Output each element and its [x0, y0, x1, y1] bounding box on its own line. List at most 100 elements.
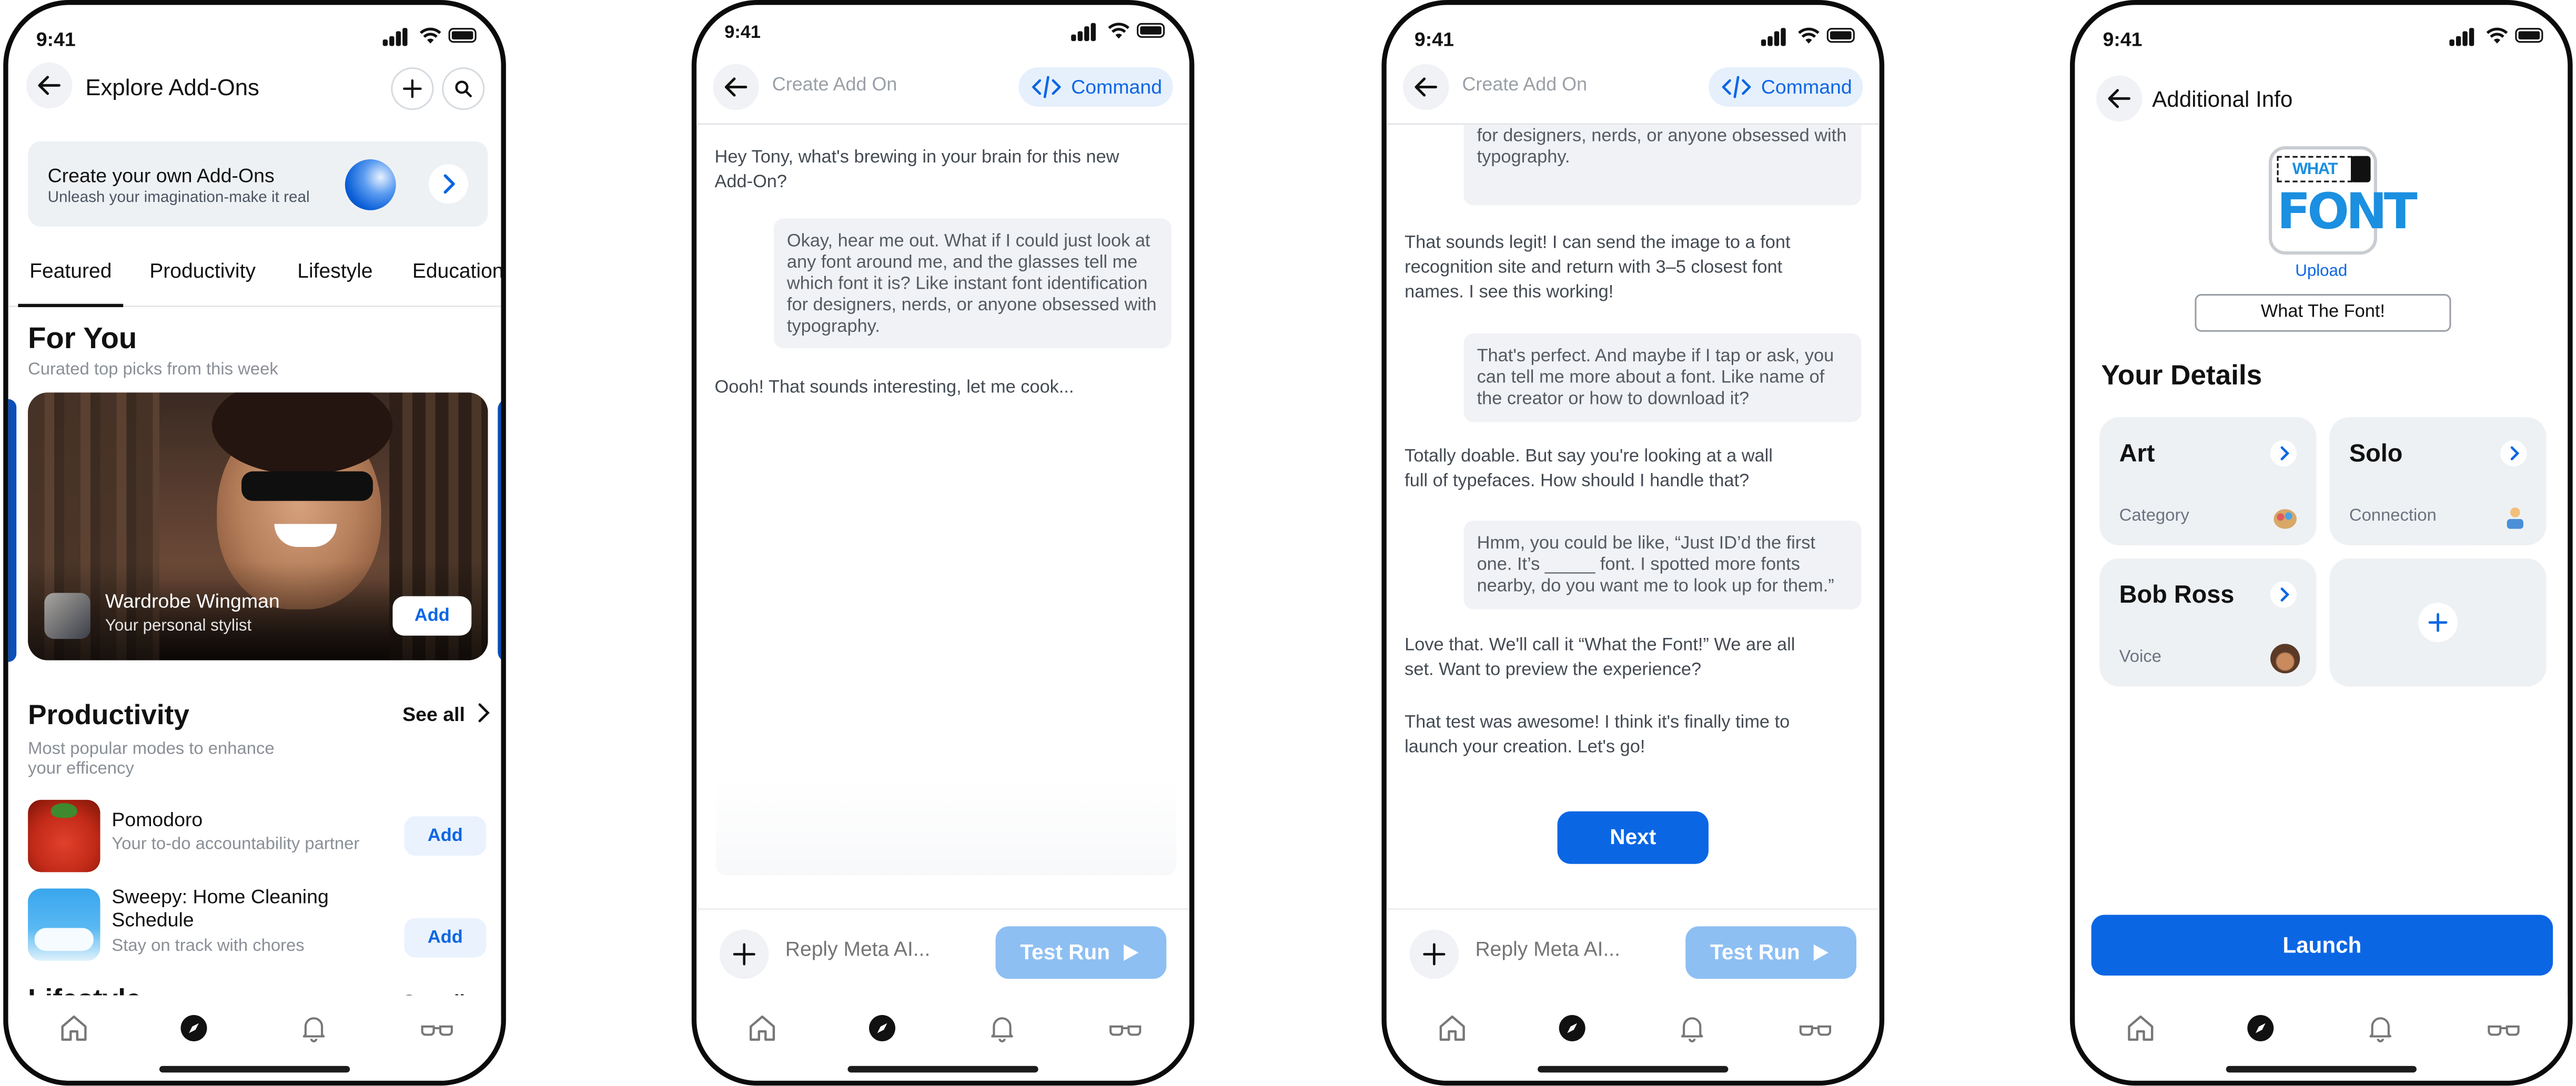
- detail-card-voice[interactable]: Bob Ross Voice: [2099, 558, 2317, 687]
- back-button[interactable]: [26, 62, 73, 109]
- phone-explore-addons: 9:41 Explore Add-Ons Create your own Add…: [3, 0, 506, 1086]
- explore-icon[interactable]: [866, 1012, 898, 1044]
- test-run-button[interactable]: Test Run: [1685, 926, 1856, 979]
- code-icon: [1722, 76, 1751, 98]
- chat-message-ai: Oooh! That sounds interesting, let me co…: [714, 378, 1074, 398]
- see-all-link[interactable]: See all: [402, 703, 492, 726]
- back-button[interactable]: [2096, 75, 2143, 122]
- tab-featured[interactable]: Featured: [18, 259, 124, 308]
- detail-card-connection[interactable]: Solo Connection: [2329, 417, 2547, 545]
- addon-logo[interactable]: WHAT FONT: [2268, 146, 2418, 255]
- composer: Test Run: [696, 908, 1190, 996]
- add-detail-button[interactable]: [2418, 603, 2458, 643]
- chat-scroll-area[interactable]: at any font around me, and the glasses t…: [1387, 123, 1880, 918]
- create-addon-banner[interactable]: Create your own Add-Ons Unleash your ima…: [28, 141, 488, 227]
- chat-message-user-partial: at any font around me, and the glasses t…: [1463, 123, 1862, 206]
- wifi-icon: [419, 27, 441, 44]
- reply-input[interactable]: [782, 936, 986, 963]
- chat-header: Create Add On Command: [1386, 57, 1880, 125]
- explore-icon[interactable]: [2244, 1012, 2277, 1044]
- sunglasses-icon: [241, 471, 373, 501]
- arrow-left-icon: [724, 77, 747, 97]
- bell-icon[interactable]: [986, 1012, 1018, 1044]
- arrow-left-icon: [38, 76, 60, 95]
- add-detail-card[interactable]: [2329, 558, 2547, 687]
- glasses-icon[interactable]: [1107, 1012, 1144, 1044]
- logo-what-text: WHAT: [2277, 156, 2353, 182]
- tab-education[interactable]: Education: [412, 259, 501, 282]
- wifi-icon: [1108, 23, 1130, 39]
- section-title-your-details: Your Details: [2101, 359, 2262, 391]
- logo-font-text: FONT: [2277, 184, 2417, 242]
- header-title: Create Add On: [1462, 75, 1588, 96]
- pomodoro-tomato-icon: [28, 799, 100, 872]
- command-button[interactable]: Command: [1708, 67, 1863, 107]
- detail-card-category[interactable]: Art Category: [2099, 417, 2317, 545]
- bell-icon[interactable]: [1675, 1012, 1708, 1044]
- launch-button[interactable]: Launch: [2091, 915, 2553, 976]
- status-icons: [2449, 26, 2544, 46]
- tab-productivity[interactable]: Productivity: [149, 259, 256, 282]
- test-run-button[interactable]: Test Run: [995, 926, 1167, 979]
- banner-chevron-button[interactable]: [429, 164, 469, 204]
- home-indicator: [2226, 1065, 2417, 1073]
- glasses-icon[interactable]: [1797, 1012, 1834, 1044]
- battery-icon: [448, 28, 477, 43]
- chat-message-ai: Totally doable. But say you're looking a…: [1405, 446, 1773, 491]
- carousel-prev-peek: [8, 399, 17, 662]
- phone-create-addon-chat-continued: 9:41 at any font around me, and the glas…: [1381, 0, 1885, 1086]
- chat-message-ai: Hey Tony, what's brewing in your brain f…: [714, 148, 1119, 192]
- add-button[interactable]: [391, 67, 434, 110]
- hero-add-button[interactable]: Add: [392, 596, 472, 636]
- chat-message-user: That's perfect. And maybe if I tap or as…: [1463, 333, 1862, 422]
- command-button[interactable]: Command: [1018, 67, 1173, 107]
- palette-icon: [2274, 509, 2297, 529]
- upload-link[interactable]: Upload: [2075, 263, 2568, 281]
- back-button[interactable]: [1403, 64, 1449, 110]
- phone-create-addon-chat: 9:41 Create Add On Command Hey Tony, wha…: [691, 0, 1195, 1086]
- home-icon[interactable]: [746, 1012, 779, 1044]
- bottom-nav: [8, 995, 501, 1081]
- addon-name-field[interactable]: What The Font!: [2195, 294, 2451, 332]
- next-button[interactable]: Next: [1557, 811, 1709, 864]
- sweepy-add-button[interactable]: Add: [404, 918, 487, 958]
- meta-ai-orb-icon: [345, 159, 396, 210]
- chevron-right-icon: [443, 174, 455, 194]
- battery-icon: [1137, 23, 1165, 38]
- explore-icon[interactable]: [1555, 1012, 1588, 1044]
- home-indicator: [1538, 1065, 1729, 1073]
- bell-icon[interactable]: [2364, 1012, 2397, 1044]
- banner-subtitle: Unleash your imagination-make it real: [47, 189, 310, 207]
- play-icon: [1813, 944, 1829, 961]
- category-tabs: Featured Productivity Lifestyle Educatio…: [8, 259, 501, 308]
- hero-addon-desc: Your personal stylist: [105, 617, 252, 636]
- status-time: 9:41: [1414, 28, 1454, 51]
- glasses-icon[interactable]: [2486, 1012, 2522, 1044]
- status-time: 9:41: [724, 23, 761, 43]
- canvas: 9:41 Explore Add-Ons Create your own Add…: [0, 0, 2576, 1086]
- pomodoro-desc: Your to-do accountability partner: [112, 834, 360, 854]
- reply-input[interactable]: [1472, 936, 1676, 963]
- bell-icon[interactable]: [297, 1012, 330, 1044]
- search-button[interactable]: [442, 67, 485, 110]
- sweepy-desc: Stay on track with chores: [112, 936, 305, 956]
- home-icon[interactable]: [1436, 1012, 1469, 1044]
- status-icons: [1761, 26, 1856, 46]
- back-button[interactable]: [713, 64, 759, 110]
- tab-lifestyle[interactable]: Lifestyle: [297, 259, 372, 282]
- sweepy-cloud-icon: [28, 888, 100, 961]
- home-icon[interactable]: [2124, 1012, 2157, 1044]
- glasses-icon[interactable]: [419, 1012, 455, 1044]
- plus-icon: [403, 79, 422, 98]
- hero-card-wardrobe-wingman[interactable]: Wardrobe Wingman Your personal stylist A…: [28, 392, 488, 661]
- chevron-right-icon: [479, 703, 491, 723]
- attach-button[interactable]: [719, 929, 769, 979]
- status-icons: [382, 26, 478, 46]
- home-indicator: [847, 1065, 1038, 1073]
- chevron-right-icon: [2270, 581, 2297, 608]
- section-subtitle-productivity: Most popular modes to enhance your effic…: [28, 739, 275, 779]
- home-icon[interactable]: [57, 1012, 90, 1044]
- explore-icon[interactable]: [177, 1012, 210, 1044]
- attach-button[interactable]: [1409, 929, 1459, 979]
- pomodoro-add-button[interactable]: Add: [404, 816, 487, 856]
